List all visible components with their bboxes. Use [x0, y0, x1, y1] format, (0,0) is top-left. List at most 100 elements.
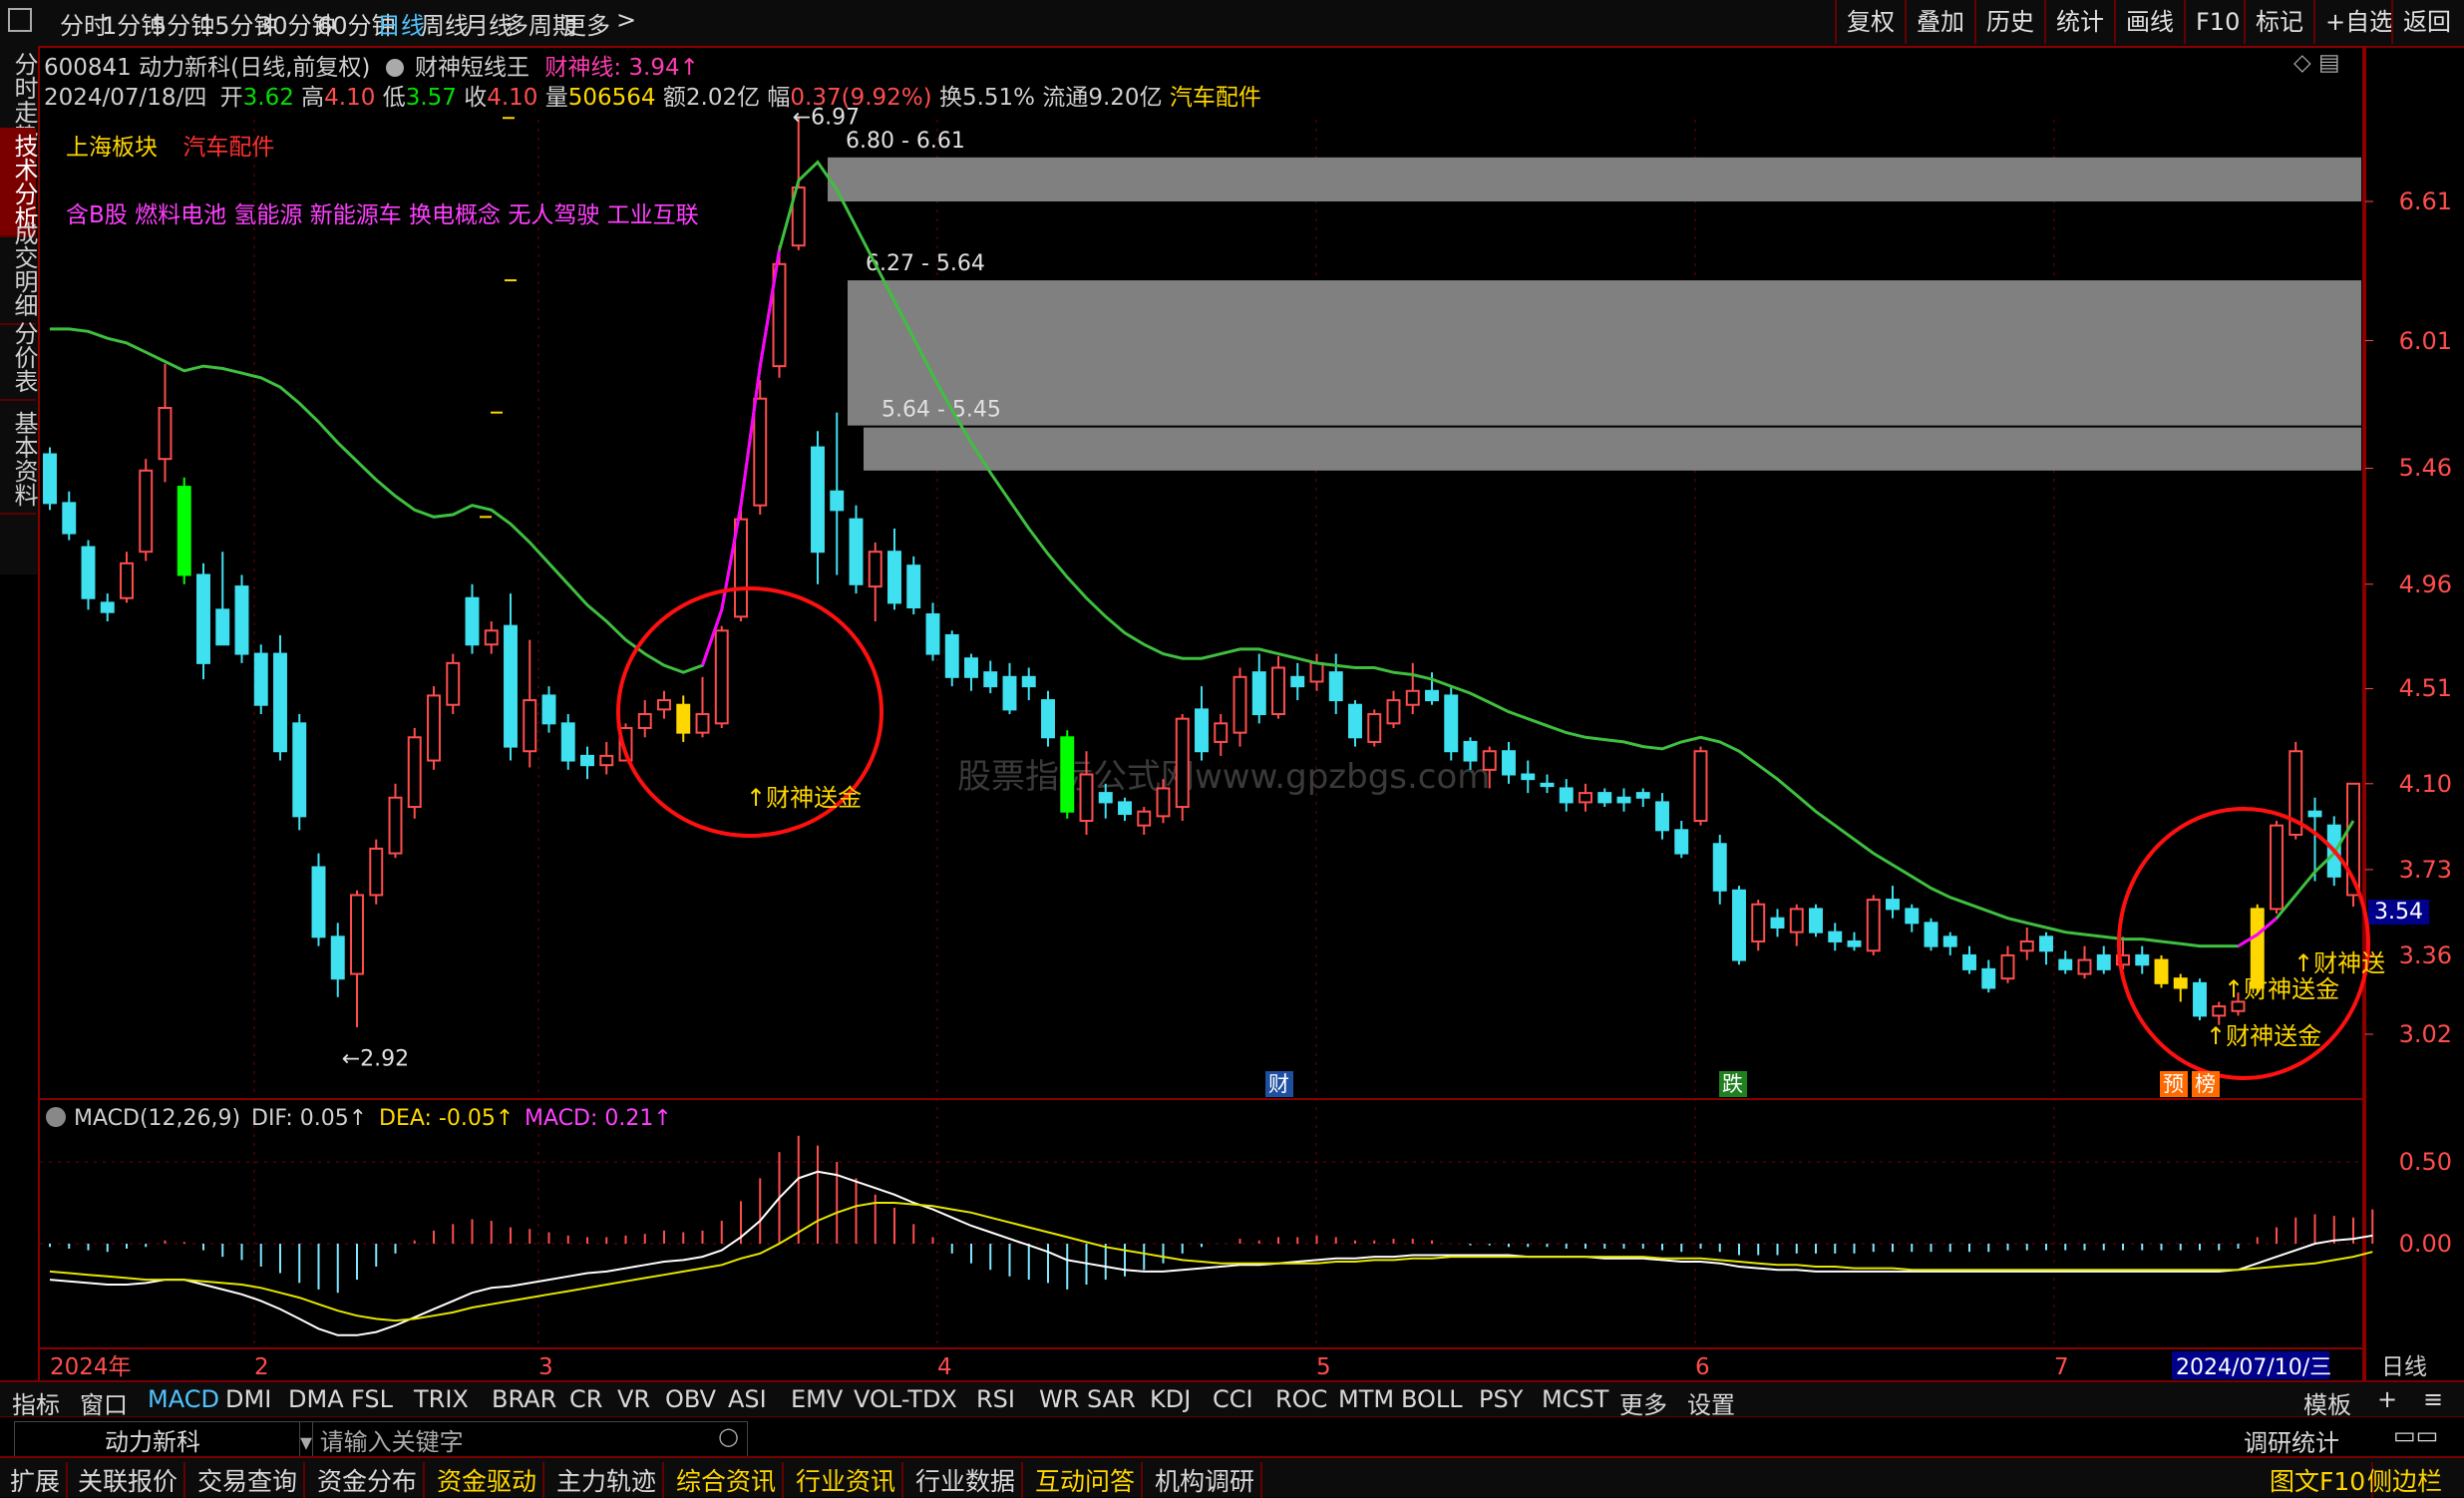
candle-body	[1540, 782, 1555, 788]
indicator-tab-10[interactable]: OBV	[665, 1385, 716, 1413]
indicator-tab-12[interactable]: EMV	[791, 1385, 843, 1413]
indicator-tab-18[interactable]: CCI	[1213, 1385, 1253, 1413]
candle-body	[657, 699, 671, 711]
low-mark: ←2.92	[342, 1046, 409, 1071]
sidebar-button[interactable]: 侧边栏	[2361, 1462, 2448, 1498]
indicator-tab-25[interactable]: 设置	[1687, 1385, 1735, 1420]
template-button[interactable]: 模板	[2303, 1385, 2351, 1420]
indicator-bar: 指标 窗口 MACD DMI DMA FSL TRIX BRAR CR VR OBV ASI EMV VO…	[0, 1380, 2464, 1420]
x-label-2: 3	[538, 1354, 553, 1380]
indicator-tab-14[interactable]: RSI	[976, 1385, 1015, 1413]
bottom-tab-4[interactable]: 资金驱动	[431, 1462, 545, 1498]
indicator-tab-11[interactable]: ASI	[728, 1385, 767, 1413]
candle-body	[484, 629, 499, 646]
candle-body	[1693, 750, 1708, 823]
indicator-tab-3[interactable]: DMI	[225, 1385, 271, 1413]
indicator-tab-5[interactable]: FSL	[351, 1385, 393, 1413]
candle-body	[139, 469, 154, 554]
marker-2: 预	[2163, 1072, 2184, 1096]
x-label-5: 6	[1695, 1354, 1710, 1380]
search-icon[interactable]: ○	[718, 1422, 739, 1450]
candle-body	[2058, 958, 2073, 970]
indicator-tab-16[interactable]: SAR	[1087, 1385, 1136, 1413]
candle-body	[196, 573, 210, 664]
x-label-0: 2024年	[50, 1354, 132, 1380]
bottom-tab-10[interactable]: 机构调研	[1149, 1462, 1263, 1498]
x-label-6: 7	[2054, 1354, 2069, 1380]
candle-body	[887, 551, 901, 604]
bottom-tab-2[interactable]: 交易查询	[191, 1462, 306, 1498]
candle-body	[1232, 675, 1247, 734]
indicator-tab-6[interactable]: TRIX	[414, 1385, 469, 1413]
indicator-tab-13[interactable]: VOL-TDX	[854, 1385, 957, 1413]
indicator-tab-1[interactable]: 窗口	[80, 1385, 128, 1420]
indicator-tab-8[interactable]: CR	[569, 1385, 602, 1413]
indicator-tab-7[interactable]: BRAR	[492, 1385, 556, 1413]
f10-button[interactable]: 图文F10	[2264, 1462, 2374, 1498]
signal-text-3: ↑财神送金	[2224, 975, 2339, 1003]
bottom-tabs: 扩展 关联报价 交易查询 资金分布 资金驱动 主力轨迹 综合资讯 行业资讯 行业数据 互动问答 机构…	[0, 1456, 2464, 1498]
candle-body	[1098, 792, 1113, 804]
candle-body	[2039, 936, 2053, 952]
candle-body	[1789, 908, 1804, 934]
candle-body	[1674, 829, 1689, 855]
candle-body	[1021, 675, 1036, 688]
grid-icon[interactable]: ▭▭	[2393, 1421, 2438, 1449]
bottom-tab-6[interactable]: 综合资讯	[670, 1462, 785, 1498]
bottom-tab-1[interactable]: 关联报价	[72, 1462, 186, 1498]
candle-body	[1732, 889, 1746, 961]
bottom-tab-7[interactable]: 行业资讯	[790, 1462, 904, 1498]
candle-body	[1770, 917, 1785, 930]
candle-body	[849, 518, 864, 585]
bottom-tab-5[interactable]: 主力轨迹	[550, 1462, 665, 1498]
indicator-tab-21[interactable]: BOLL	[1401, 1385, 1463, 1413]
candle-body	[369, 847, 384, 897]
x-label-1: 2	[254, 1354, 269, 1380]
candle-body	[1328, 671, 1343, 702]
candle-body	[1712, 843, 1727, 892]
macd-label: MACD(12,26,9)	[74, 1106, 240, 1131]
candle-body	[1521, 773, 1536, 781]
indicator-tab-19[interactable]: ROC	[1275, 1385, 1327, 1413]
candle-body	[1386, 699, 1401, 725]
indicator-tab-4[interactable]: DMA	[288, 1385, 344, 1413]
candle-body	[925, 613, 940, 655]
candle-body	[1751, 903, 1766, 942]
candle-body	[811, 446, 825, 554]
menu-icon[interactable]: ≡	[2423, 1385, 2443, 1413]
candle-body	[1463, 740, 1478, 762]
candle-body	[2212, 1005, 2227, 1017]
candle-body	[695, 713, 710, 734]
indicator-tab-22[interactable]: PSY	[1479, 1385, 1523, 1413]
candle-body	[906, 564, 921, 609]
stock-dropdown[interactable]: 动力新科	[14, 1421, 313, 1458]
add-icon[interactable]: +	[2377, 1385, 2397, 1413]
zone-box-0	[828, 157, 2361, 201]
research-stats[interactable]: 调研统计	[2244, 1423, 2339, 1458]
candle-body	[1579, 792, 1592, 804]
kline-chart[interactable]: 6.80 - 6.61 6.27 - 5.64 5.64 - 5.45 股票指标公式网…	[0, 0, 2464, 1495]
indicator-tab-0[interactable]: 指标	[12, 1385, 60, 1420]
indicator-tab-20[interactable]: MTM	[1338, 1385, 1394, 1413]
bottom-tab-9[interactable]: 互动问答	[1029, 1462, 1144, 1498]
candle-body	[868, 551, 882, 588]
indicator-tab-17[interactable]: KDJ	[1150, 1385, 1191, 1413]
search-input[interactable]: ▾ 请输入关键字 ○	[299, 1421, 748, 1458]
macd-menu-icon[interactable]	[46, 1107, 66, 1127]
candle-body	[215, 608, 230, 646]
candle-body	[62, 502, 77, 535]
candle-body	[1195, 708, 1209, 753]
bottom-tab-0[interactable]: 扩展	[4, 1462, 69, 1498]
indicator-tab-24[interactable]: 更多	[1619, 1385, 1667, 1420]
indicator-tab-23[interactable]: MCST	[1542, 1385, 1608, 1413]
indicator-tab-2[interactable]: MACD	[148, 1385, 219, 1413]
indicator-tab-15[interactable]: WR	[1039, 1385, 1079, 1413]
candle-body	[1156, 787, 1171, 818]
bottom-tab-8[interactable]: 行业数据	[909, 1462, 1024, 1498]
cursor-date: 2024/07/10/三	[2176, 1355, 2331, 1380]
bottom-tab-3[interactable]: 资金分布	[311, 1462, 426, 1498]
candle-body	[541, 694, 556, 725]
indicator-tab-9[interactable]: VR	[617, 1385, 650, 1413]
candle-body	[714, 629, 729, 725]
candle-body	[43, 453, 57, 505]
